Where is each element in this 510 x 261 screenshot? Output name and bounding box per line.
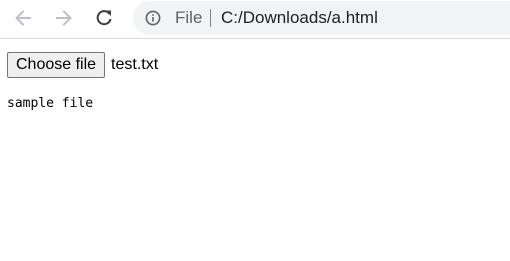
back-button[interactable] xyxy=(8,3,38,33)
file-input: Choose file test.txt xyxy=(7,52,158,78)
file-content-text: sample file xyxy=(7,96,94,111)
url-scheme-label: File xyxy=(175,8,203,27)
arrow-left-icon xyxy=(15,10,31,26)
address-bar[interactable]: File C:/Downloads/a.html xyxy=(133,1,510,35)
info-icon[interactable] xyxy=(145,10,161,26)
url-text[interactable]: C:/Downloads/a.html xyxy=(221,8,378,28)
reload-icon xyxy=(96,10,112,26)
forward-button[interactable] xyxy=(49,3,79,33)
browser-toolbar: File C:/Downloads/a.html xyxy=(0,0,510,38)
selected-file-name: test.txt xyxy=(111,56,159,73)
reload-button[interactable] xyxy=(89,3,119,33)
arrow-right-icon xyxy=(56,10,72,26)
omnibox-divider xyxy=(210,9,211,27)
toolbar-divider xyxy=(0,38,510,39)
choose-file-button[interactable]: Choose file xyxy=(7,52,106,78)
